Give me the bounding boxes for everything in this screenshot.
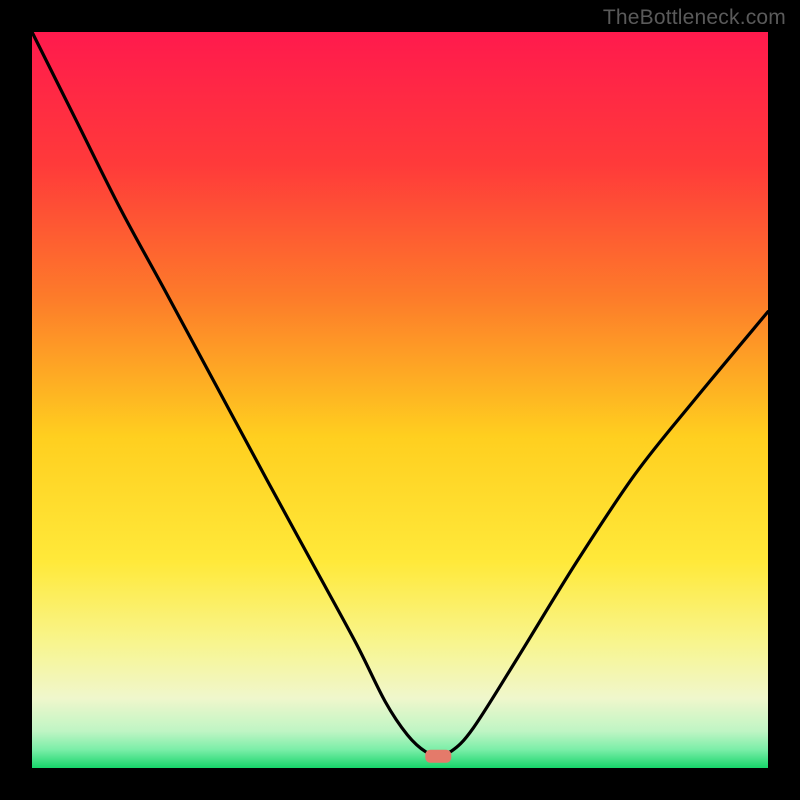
optimal-point-marker <box>425 750 451 763</box>
watermark-text: TheBottleneck.com <box>603 6 786 30</box>
plot-svg <box>32 32 768 768</box>
chart-background <box>32 32 768 768</box>
plot-area <box>32 32 768 768</box>
chart-frame: TheBottleneck.com <box>0 0 800 800</box>
